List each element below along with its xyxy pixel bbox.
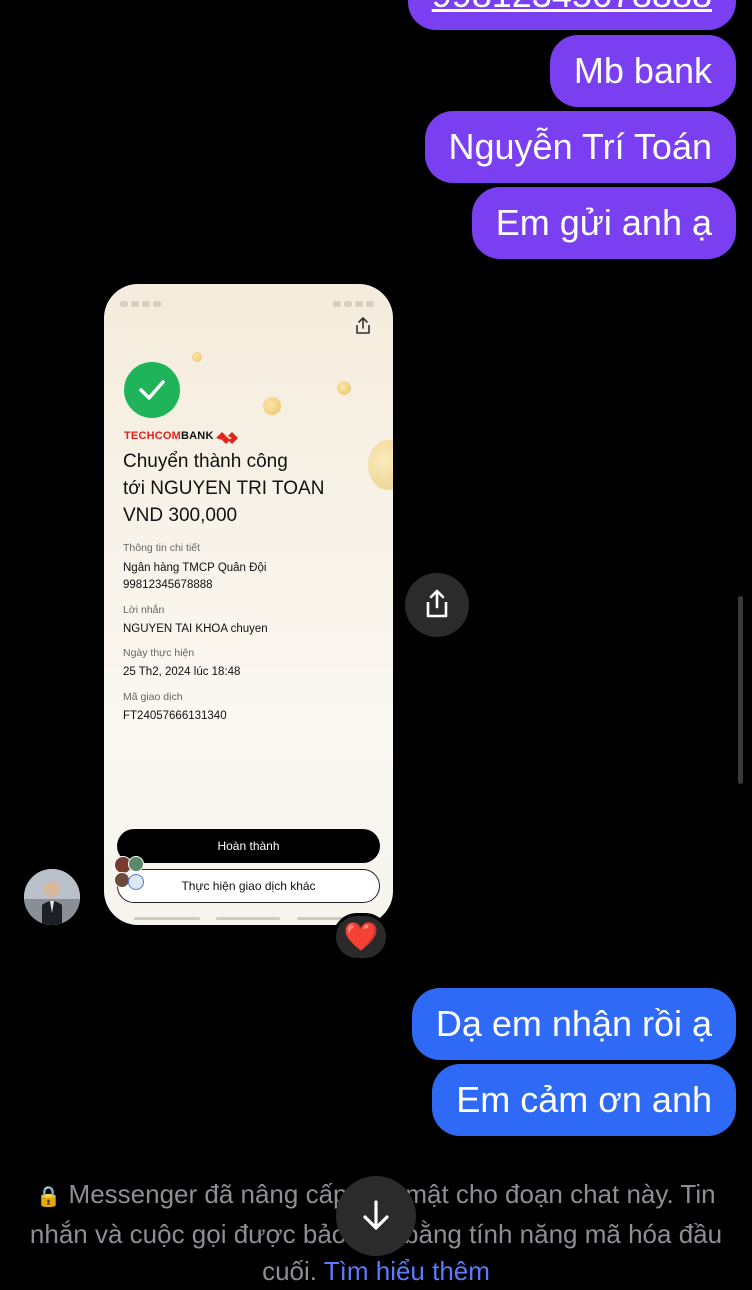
sender-avatar[interactable] [24,869,80,925]
date-value: 25 Th2, 2024 lúc 18:48 [123,666,241,678]
message-bubble-name[interactable]: Nguyễn Trí Toán [424,111,736,183]
success-check-icon [124,362,180,418]
coin-decoration [337,381,351,395]
nav-indicator [134,917,200,920]
message-value: NGUYEN TAI KHOA chuyen [123,623,268,635]
phone-status-bar [120,294,377,307]
new-transaction-button: Thực hiện giao dịch khác [117,869,380,903]
learn-more-link[interactable]: Tìm hiểu thêm [324,1256,490,1286]
receipt-title: Chuyển thành công tới NGUYEN TRI TOAN VN… [123,451,325,526]
message-label: Lời nhắn [123,604,165,616]
message-bubble-thanks[interactable]: Em cảm ơn anh [432,1064,736,1136]
techcombank-logo-mark [216,432,238,444]
nav-indicator [216,917,280,920]
transaction-id-label: Mã giao dịch [123,691,183,703]
account-number: 99812345678888 [123,579,213,591]
lock-icon: 🔒 [36,1186,62,1208]
coin-decoration [192,352,202,362]
scrollbar[interactable] [738,596,743,784]
message-bubble-bank[interactable]: Mb bank [549,35,736,107]
done-button: Hoàn thành [117,829,380,863]
share-icon [426,589,448,618]
details-label: Thông tin chi tiết [123,542,201,554]
arrow-down-icon [363,1200,389,1230]
scroll-to-bottom-button[interactable] [336,1176,416,1256]
message-bubble-account-number[interactable]: 99812345678888 [407,0,736,30]
shared-receipt-image[interactable]: TECHCOMBANK Chuyển thành công tới NGUYEN… [104,284,393,925]
coin-decoration [263,397,281,415]
date-label: Ngày thực hiện [123,647,195,659]
techcombank-logo: TECHCOMBANK [124,430,214,442]
bank-name: Ngân hàng TMCP Quân Đội [123,562,267,574]
heart-reaction[interactable]: ❤️ [333,913,389,961]
forward-share-button[interactable] [405,573,469,637]
message-bubble-received[interactable]: Dạ em nhận rồi ạ [411,988,736,1060]
share-icon [356,317,370,334]
transaction-id-value: FT24057666131340 [123,710,227,722]
seen-avatars [112,854,146,890]
message-bubble-send[interactable]: Em gửi anh ạ [471,187,736,259]
